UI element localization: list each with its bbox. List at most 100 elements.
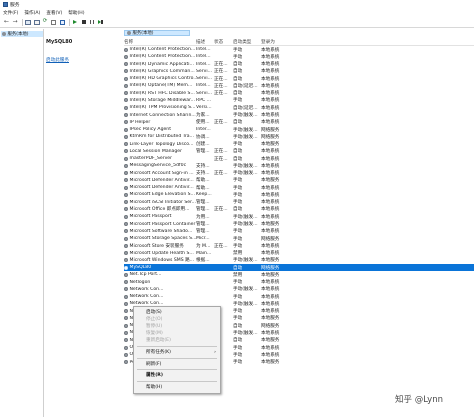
- menu-view[interactable]: 查看(V): [46, 10, 62, 16]
- service-logon-as: 本地系统: [261, 47, 280, 53]
- service-row[interactable]: KtmRm for Distributed Tra... 协调... 手动(触发..…: [124, 133, 474, 140]
- service-row[interactable]: Microsoft Passport 为用... 手动(触发... 本地系统: [124, 213, 474, 220]
- service-row[interactable]: masterPDF_Server 正在... 自动 本地系统: [124, 155, 474, 162]
- service-name-cell: masterPDF_Server: [124, 156, 196, 161]
- service-startup-type: 手动: [233, 236, 243, 242]
- tab-services-local[interactable]: 服务(本地): [124, 30, 190, 36]
- service-startup-type: 自动(延迟...: [233, 105, 258, 111]
- service-row[interactable]: Microsoft Passport Container 管理... 手动(触发..…: [124, 220, 474, 227]
- tree-item-services-local[interactable]: 服务(本地): [1, 31, 43, 37]
- pause-icon[interactable]: [89, 19, 96, 26]
- service-row[interactable]: Net.Tcp Port... 禁用 本地服务: [124, 271, 474, 278]
- service-startup-type: 手动: [233, 142, 243, 148]
- service-description: Intel...: [196, 54, 211, 60]
- column-header-startup-type[interactable]: 启动类型: [233, 39, 261, 45]
- refresh-icon[interactable]: ⟳: [42, 19, 49, 26]
- service-description: Servi...: [196, 68, 213, 74]
- export-icon[interactable]: [50, 19, 57, 26]
- service-startup-type: 手动(触发...: [233, 301, 258, 307]
- service-row[interactable]: Link-Layer Topology Disco... 创建... 手动 本地服务: [124, 140, 474, 147]
- service-row[interactable]: Intel(R) RST HFC Disable S... Servi... 正在.…: [124, 90, 474, 97]
- service-row[interactable]: MySQL80 自动 网络服务: [124, 263, 474, 272]
- stop-icon[interactable]: [80, 19, 87, 26]
- service-startup-type: 手动: [233, 98, 243, 104]
- service-name: Microsoft Account Sign-in ...: [129, 170, 194, 176]
- service-row[interactable]: Microsoft Edge Elevation S... Keep... 手动 本地…: [124, 191, 474, 198]
- context-menu-all-tasks[interactable]: 所有任务(K) ›: [134, 348, 220, 356]
- service-row[interactable]: Intel(R) Content Protection... Intel... 手动…: [124, 46, 474, 53]
- service-gear-icon: [124, 54, 128, 59]
- service-row[interactable]: Microsoft Account Sign-in ... 支持... 正在... 手…: [124, 170, 474, 177]
- service-row[interactable]: Intel(R) Graphics Comman... Servi... 正在...…: [124, 68, 474, 75]
- menu-help[interactable]: 帮助(H): [68, 10, 84, 16]
- service-row[interactable]: Microsoft Update Health S... Main... 禁用 本地系…: [124, 249, 474, 256]
- restart-icon[interactable]: [97, 19, 104, 26]
- back-arrow-icon[interactable]: ←: [3, 19, 10, 26]
- service-row[interactable]: Intel(R) Dynamic Applicati... Intel... 正在.…: [124, 61, 474, 68]
- help-icon[interactable]: [59, 19, 66, 26]
- service-logon-as: 网络服务: [261, 127, 280, 133]
- service-row[interactable]: Microsoft Store 安装服务 为 M... 正在... 手动 本地系统: [124, 242, 474, 249]
- tab-label: 服务(本地): [132, 31, 154, 36]
- service-row[interactable]: Network Con... 手动 本地系统: [124, 293, 474, 300]
- service-row[interactable]: Microsoft Defender Antivir... 帮助... 手动 本地系统: [124, 184, 474, 191]
- console-tree: 服务(本地): [0, 29, 44, 417]
- service-row[interactable]: Microsoft Software Shado... 管理... 手动 本地系统: [124, 228, 474, 235]
- service-row[interactable]: Intel(R) HD Graphics Contro... Servi... 正在…: [124, 75, 474, 82]
- service-row[interactable]: Microsoft Windows SMS 路... 根据... 手动(触发... 本…: [124, 257, 474, 264]
- play-icon[interactable]: [72, 19, 79, 26]
- menu-file[interactable]: 文件(F): [3, 10, 18, 16]
- service-description: Intel...: [196, 83, 211, 89]
- service-description: 管理...: [196, 222, 210, 227]
- start-service-link[interactable]: 启动此服务: [46, 57, 124, 63]
- service-row[interactable]: Network Con... 手动(触发... 本地系统: [124, 286, 474, 293]
- service-name-cell: Local Session Manager: [124, 149, 196, 154]
- service-row[interactable]: Intel(R) TPM Provisioning S... Versi... 自动…: [124, 104, 474, 111]
- column-header-logon-as[interactable]: 登录为: [261, 39, 306, 45]
- service-row[interactable]: Microsoft Office 即点即用... 管理... 正在... 自动 本地系统: [124, 206, 474, 213]
- service-row[interactable]: IP Helper 使用... 正在... 自动 本地系统: [124, 119, 474, 126]
- service-row[interactable]: IPsec Policy Agent Inter... 手动(触发... 网络服务: [124, 126, 474, 133]
- service-name-cell: Microsoft Office 即点即用...: [124, 206, 196, 212]
- forward-arrow-icon[interactable]: →: [12, 19, 19, 26]
- service-row[interactable]: Internet Connection Sharin... 为家... 手动(触发.…: [124, 111, 474, 118]
- context-menu-help[interactable]: 帮助(H): [134, 384, 220, 391]
- service-row[interactable]: Microsoft iSCSI Initiator Ser... 管理... 手动 本…: [124, 199, 474, 206]
- service-gear-icon: [124, 243, 128, 248]
- column-header-name[interactable]: 名称: [124, 39, 196, 45]
- service-row[interactable]: MessagingService_5df0c 支持... 手动(触发... 本地系统: [124, 162, 474, 169]
- service-startup-type: 手动: [233, 345, 243, 351]
- service-description: 帮助...: [196, 178, 210, 184]
- menu-bar: 文件(F) 操作(A) 查看(V) 帮助(H): [0, 8, 474, 17]
- service-startup-type: 手动: [233, 178, 243, 184]
- service-row[interactable]: Intel(R) Optane(TM) Mem... Intel... 正在... 自…: [124, 82, 474, 89]
- service-startup-type: 自动: [233, 338, 243, 344]
- service-name-cell: Netlogon: [124, 280, 196, 285]
- service-startup-type: 手动(触发...: [233, 134, 258, 140]
- service-name: Intel(R) HD Graphics Contro...: [129, 76, 197, 82]
- menu-action[interactable]: 操作(A): [24, 10, 40, 16]
- service-startup-type: 手动: [233, 47, 243, 53]
- toolbar-divider: [69, 18, 70, 26]
- context-menu-start[interactable]: 启动(S): [134, 308, 220, 315]
- service-row[interactable]: Local Session Manager 管理... 正在... 自动 本地系统: [124, 148, 474, 155]
- service-row[interactable]: Netlogon 手动 本地系统: [124, 279, 474, 286]
- column-header-status[interactable]: 状态: [214, 39, 233, 45]
- context-menu-divider: [137, 345, 217, 347]
- view-panel-icon[interactable]: [25, 19, 32, 26]
- context-menu-refresh[interactable]: 刷新(F): [134, 360, 220, 367]
- service-startup-type: 禁用: [233, 251, 243, 257]
- service-name-cell: Network Con...: [124, 287, 196, 292]
- service-name: MySQL80: [129, 265, 152, 271]
- service-row[interactable]: Microsoft Defender Antivir... 帮助... 手动 本地服务: [124, 177, 474, 184]
- service-startup-type: 手动: [233, 200, 243, 206]
- view-list-icon[interactable]: [33, 19, 40, 26]
- column-header-description[interactable]: 描述: [196, 39, 214, 45]
- service-startup-type: 手动: [233, 360, 243, 366]
- service-gear-icon: [124, 98, 128, 103]
- service-startup-type: 手动(触发...: [233, 171, 258, 177]
- service-row[interactable]: Intel(R) Storage Middlewar... RPC ... 手动 本地…: [124, 97, 474, 104]
- context-menu-properties[interactable]: 属性(R): [134, 372, 220, 379]
- service-row[interactable]: Intel(R) Content Protection... Intel... 手动…: [124, 53, 474, 60]
- service-row[interactable]: Microsoft Storage Spaces S... Micr... 手动 网络…: [124, 235, 474, 242]
